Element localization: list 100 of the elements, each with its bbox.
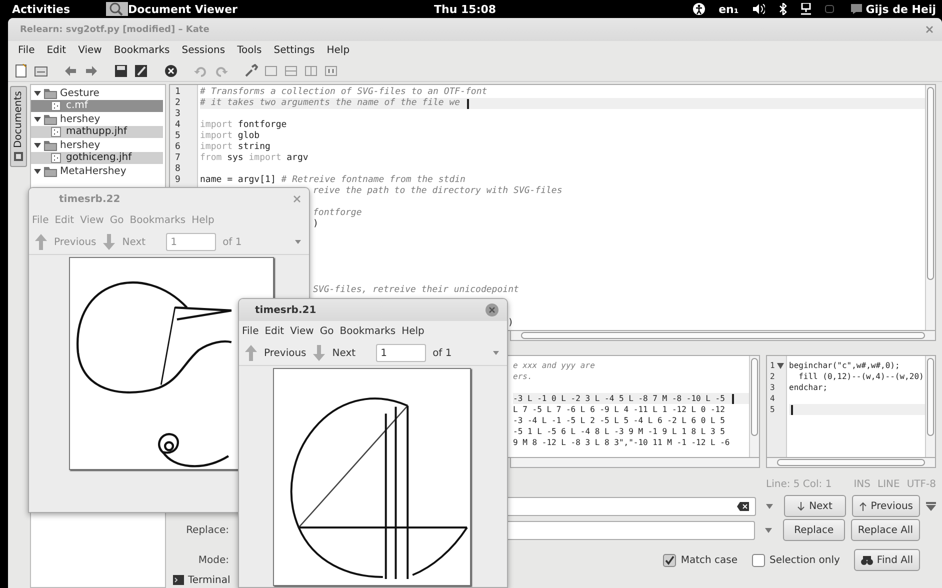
horizontal-scrollbar[interactable] (510, 458, 760, 468)
save-icon[interactable] (114, 64, 128, 78)
code-line: import glob (200, 131, 260, 142)
menu-item[interactable]: View (78, 45, 102, 56)
back-arrow-icon[interactable] (64, 64, 78, 78)
up-arrow-icon[interactable] (35, 234, 47, 250)
bluetooth-icon[interactable] (778, 3, 787, 15)
wrench-icon[interactable] (244, 64, 258, 78)
code-line: reive the path to the directory with SVG-files (313, 186, 562, 197)
menu-item[interactable]: Edit (46, 45, 66, 56)
horizontal-scrollbar[interactable] (510, 331, 936, 341)
menu-item[interactable]: Sessions (182, 45, 226, 56)
menu-item[interactable]: Tools (237, 45, 262, 56)
code-line: -5 1 L -5 6 L -4 8 L -3 9 M -1 9 L 1 8 L 3 5 (513, 426, 725, 437)
checkbox[interactable] (662, 554, 676, 566)
line-number: 2 (175, 98, 182, 109)
mode-label: Mode: (197, 554, 229, 566)
terminal-tab[interactable]: Terminal (188, 574, 230, 586)
battery-icon[interactable] (824, 5, 835, 13)
window-layout-icon[interactable] (264, 64, 278, 78)
keyboard-layout[interactable]: en₁ (718, 2, 739, 16)
replace-field[interactable] (506, 520, 755, 540)
expand-arrow-icon[interactable] (34, 168, 41, 175)
clear-icon[interactable] (736, 502, 749, 510)
new-document-icon[interactable] (14, 64, 28, 78)
expand-arrow-icon[interactable] (34, 116, 41, 123)
checkbox[interactable] (752, 554, 764, 566)
code-line: ) (313, 219, 318, 230)
page-count: of 1 (222, 236, 242, 248)
volume-icon[interactable] (752, 4, 765, 14)
document-icon (13, 151, 24, 162)
documents-tab[interactable]: Documents (10, 86, 27, 168)
user-menu[interactable]: Gijs de Heij (866, 2, 936, 16)
menu-item[interactable]: Settings (274, 45, 315, 56)
folder-item[interactable]: hershey (60, 140, 100, 151)
code-line: fill (0,12)--(w,4)--(w,20) (798, 371, 924, 382)
line-number: 8 (175, 164, 182, 175)
menu-item[interactable]: File (18, 45, 35, 56)
folder-item[interactable]: MetaHershey (60, 166, 126, 177)
next-button[interactable]: Next (332, 348, 356, 358)
accessibility-icon[interactable] (692, 3, 705, 15)
code-line: import string (200, 142, 270, 153)
menu-item[interactable]: View (290, 326, 314, 336)
menu-item[interactable]: Help (326, 45, 350, 56)
open-folder-icon[interactable] (34, 64, 48, 78)
horizontal-scrollbar[interactable] (766, 458, 936, 468)
vertical-split-icon[interactable] (304, 64, 318, 78)
window-title: Relearn: svg2otf.py [modified] – Kate (20, 24, 210, 34)
menu-item[interactable]: Go (320, 326, 334, 336)
up-arrow-icon[interactable] (245, 345, 257, 361)
checkbox-label[interactable]: Match case (680, 554, 738, 566)
vertical-scrollbar[interactable] (925, 85, 935, 330)
dropdown-arrow-icon[interactable] (765, 528, 772, 532)
forward-arrow-icon[interactable] (84, 64, 98, 78)
previous-button[interactable]: Previous (264, 348, 306, 358)
fold-arrow-icon[interactable] (776, 362, 784, 368)
page-number-field[interactable]: 1 (376, 344, 426, 362)
vertical-scrollbar[interactable] (925, 356, 935, 457)
open-document-item[interactable]: gothiceng.jhf (31, 152, 163, 164)
line-number: 9 (175, 175, 182, 186)
folder-item[interactable]: hershey (60, 114, 100, 125)
save-as-icon[interactable] (134, 64, 148, 78)
code-line: name = argv[1] # Retreive fontname from the stdin (200, 175, 466, 186)
menu-item[interactable]: File (242, 326, 259, 336)
network-icon[interactable] (800, 3, 811, 15)
options-menu-icon[interactable] (926, 502, 936, 510)
code-line: from sys import argv (200, 153, 308, 164)
search-field[interactable] (506, 496, 756, 516)
activities-button[interactable]: Activities (12, 2, 106, 16)
expand-arrow-icon[interactable] (34, 142, 41, 149)
grid-layout-icon[interactable] (324, 64, 338, 78)
close-icon[interactable] (164, 64, 178, 78)
close-icon[interactable] (485, 303, 499, 317)
menu-item[interactable]: Bookmarks (340, 326, 396, 336)
horizontal-split-icon[interactable] (284, 64, 298, 78)
dropdown-arrow-icon[interactable] (766, 504, 774, 508)
dropdown-arrow-icon[interactable] (493, 351, 499, 355)
vertical-scrollbar[interactable] (749, 356, 759, 457)
code-line: # Transforms a collection of SVG-files to an OTF-font (200, 87, 488, 98)
dropdown-arrow-icon[interactable] (295, 240, 301, 244)
app-menu[interactable]: Document Viewer (128, 2, 238, 16)
down-arrow-icon[interactable] (313, 345, 326, 361)
menu-item[interactable]: Bookmarks (114, 45, 170, 56)
clock[interactable]: Thu 15:08 (365, 2, 566, 16)
folder-item[interactable]: Gesture (60, 88, 100, 99)
expand-arrow-icon[interactable] (34, 90, 41, 97)
open-document-item[interactable]: mathupp.jhf (31, 126, 163, 138)
checkbox-label[interactable]: Selection only (770, 554, 840, 566)
code-line: ) (508, 318, 514, 329)
magnifier-icon[interactable] (106, 1, 128, 17)
find-all-button[interactable]: Find All (854, 549, 920, 571)
replace-all-button[interactable]: Replace All (850, 519, 920, 541)
menu-item[interactable]: Edit (264, 326, 284, 336)
script-file-icon (51, 100, 61, 111)
menu-item[interactable]: Help (402, 326, 424, 336)
chat-icon[interactable] (850, 4, 863, 14)
next-button[interactable]: Next (784, 495, 846, 517)
previous-button[interactable]: Previous (852, 495, 920, 517)
down-arrow-icon[interactable] (103, 234, 116, 250)
replace-button[interactable]: Replace (782, 519, 845, 541)
